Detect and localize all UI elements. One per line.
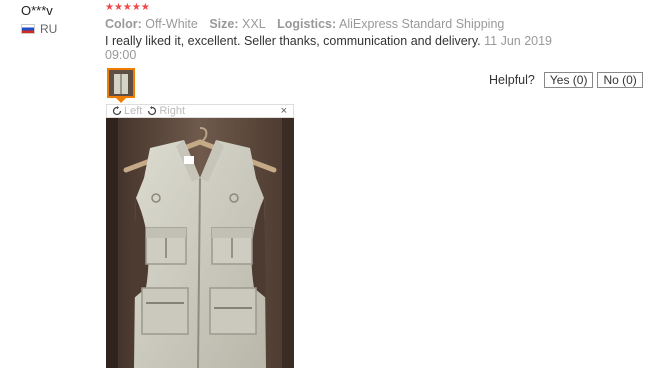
rotate-right-button[interactable]: Right bbox=[147, 105, 185, 117]
helpful-yes-button[interactable]: Yes (0) bbox=[543, 72, 594, 88]
russia-flag-icon bbox=[21, 24, 35, 34]
helpful-no-button[interactable]: No (0) bbox=[597, 72, 643, 88]
reviewer-name: O***v bbox=[21, 3, 53, 18]
country-code: RU bbox=[40, 22, 58, 36]
size-value: XXL bbox=[242, 17, 266, 31]
thumbnail-pointer bbox=[116, 98, 126, 103]
rotate-right-label: Right bbox=[159, 105, 186, 117]
vest-photo-image bbox=[106, 118, 294, 368]
review-feedback: I really liked it, excellent. Seller tha… bbox=[105, 34, 560, 62]
rotate-left-icon bbox=[112, 106, 122, 116]
logistics-value: AliExpress Standard Shipping bbox=[338, 17, 505, 31]
review-photo bbox=[106, 118, 294, 368]
logistics-label: Logistics: bbox=[277, 17, 337, 31]
rotate-right-icon bbox=[148, 106, 157, 116]
helpful-voting: Helpful? Yes (0) No (0) bbox=[489, 72, 643, 88]
color-value: Off-White bbox=[145, 17, 198, 31]
rotate-left-button[interactable]: Left bbox=[112, 105, 142, 117]
color-label: Color: bbox=[105, 17, 142, 31]
review-body: ★★★★★ Color: Off-White Size: XXL Logisti… bbox=[105, 2, 645, 62]
close-icon[interactable]: × bbox=[281, 105, 287, 117]
reviewer-country: RU bbox=[21, 22, 57, 36]
thumbnail-image bbox=[109, 70, 133, 96]
helpful-label: Helpful? bbox=[489, 73, 535, 87]
review-text: I really liked it, excellent. Seller tha… bbox=[105, 34, 481, 48]
rotate-left-label: Left bbox=[124, 105, 143, 117]
size-label: Size: bbox=[209, 17, 239, 31]
order-info: Color: Off-White Size: XXL Logistics: Al… bbox=[105, 16, 645, 32]
reviewer-info: O***v RU bbox=[21, 3, 57, 36]
photo-thumbnail[interactable] bbox=[107, 68, 135, 98]
image-viewer-toolbar: Left Right × bbox=[106, 104, 294, 118]
star-rating: ★★★★★ bbox=[105, 2, 150, 13]
